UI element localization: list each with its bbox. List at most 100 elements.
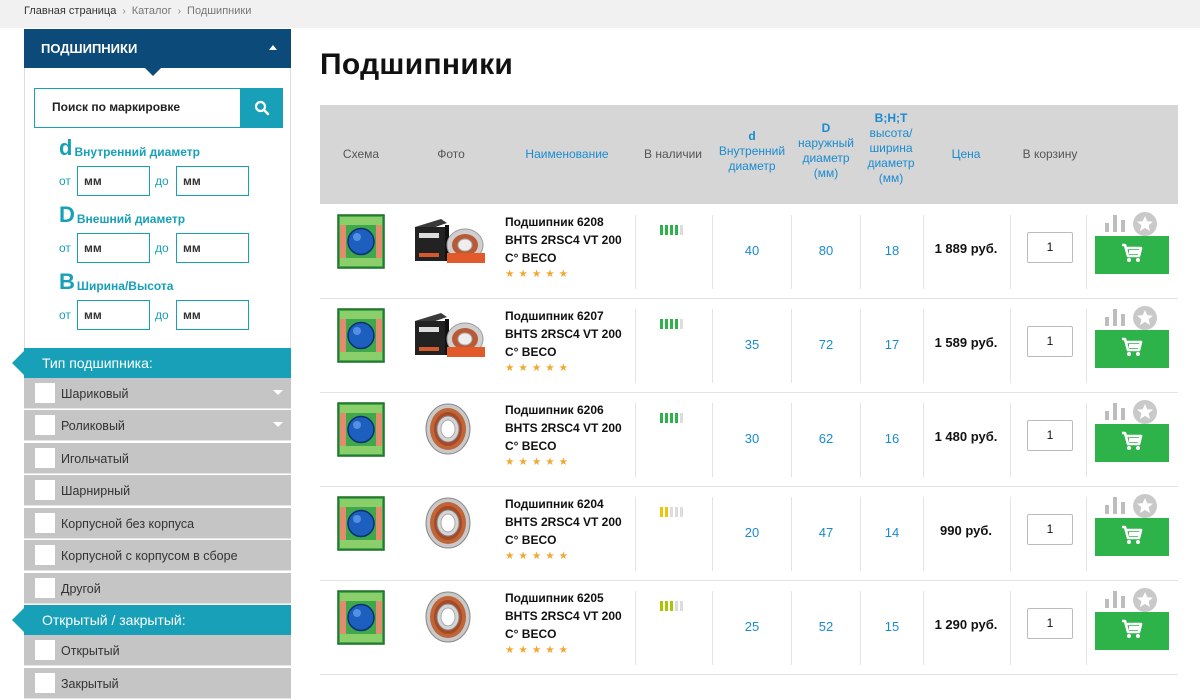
product-row: Подшипник 6206 BHTS 2RSC4 VT 200 C° BECO… xyxy=(320,393,1178,487)
breadcrumb-home[interactable]: Главная страница xyxy=(24,5,116,17)
open-option[interactable]: Открытый xyxy=(24,635,291,666)
rating-stars[interactable]: ★★★★★ xyxy=(505,456,572,468)
bearing-type-header[interactable]: Тип подшипника: xyxy=(12,348,291,378)
product-name[interactable]: Подшипник 6204 BHTS 2RSC4 VT 200 C° BECO xyxy=(505,495,630,549)
quantity-input[interactable]: 1 xyxy=(1027,232,1073,263)
col-width[interactable]: B;H;T высота/ ширина диаметр (мм) xyxy=(858,111,924,186)
type-option[interactable]: Другой xyxy=(24,573,291,604)
compare-icon[interactable] xyxy=(1104,307,1126,327)
product-photo[interactable] xyxy=(411,309,485,361)
stock-bar xyxy=(660,413,663,423)
quantity-input[interactable]: 1 xyxy=(1027,326,1073,357)
marking-search-input[interactable]: Поиск по маркировке xyxy=(34,88,241,128)
add-to-cart-button[interactable] xyxy=(1095,518,1169,556)
col-text: (мм) xyxy=(813,166,839,180)
add-to-cart-button[interactable] xyxy=(1095,424,1169,462)
rating-stars[interactable]: ★★★★★ xyxy=(505,362,572,374)
breadcrumb: Главная страница › Каталог › Подшипники xyxy=(24,5,251,17)
quantity-input[interactable]: 1 xyxy=(1027,514,1073,545)
inner-diameter-value: 35 xyxy=(744,337,760,352)
favorite-star-icon[interactable] xyxy=(1133,588,1157,612)
col-name[interactable]: Наименование xyxy=(512,147,622,162)
quantity-input[interactable]: 1 xyxy=(1027,420,1073,451)
checkbox[interactable] xyxy=(35,448,55,468)
outer-diameter-to-input[interactable]: мм xyxy=(176,233,249,263)
col-price[interactable]: Цена xyxy=(936,147,996,162)
chevron-down-icon[interactable] xyxy=(273,390,283,395)
col-outer-diameter[interactable]: D наружный диаметр (мм) xyxy=(792,121,860,181)
inner-diameter-value: 30 xyxy=(744,431,760,446)
column-divider xyxy=(791,497,792,571)
product-name[interactable]: Подшипник 6206 BHTS 2RSC4 VT 200 C° BECO xyxy=(505,401,630,455)
product-photo[interactable] xyxy=(411,403,485,455)
type-option[interactable]: Роликовый xyxy=(24,410,291,441)
outer-diameter-value: 52 xyxy=(818,619,834,634)
favorite-star-icon[interactable] xyxy=(1133,306,1157,330)
search-button[interactable] xyxy=(240,88,283,128)
checkbox[interactable] xyxy=(35,513,55,533)
option-label: Игольчатый xyxy=(61,452,129,466)
type-option[interactable]: Корпусной без корпуса xyxy=(24,508,291,539)
favorite-star-icon[interactable] xyxy=(1133,494,1157,518)
sidebar-header[interactable]: ПОДШИПНИКИ xyxy=(24,29,291,76)
option-label: Открытый xyxy=(61,644,120,658)
option-label: Шарнирный xyxy=(61,484,131,498)
compare-icon[interactable] xyxy=(1104,401,1126,421)
section-arrow xyxy=(12,608,24,632)
add-to-cart-button[interactable] xyxy=(1095,330,1169,368)
type-option[interactable]: Игольчатый xyxy=(24,443,291,474)
collapse-icon[interactable] xyxy=(269,45,277,50)
type-option[interactable]: Шариковый xyxy=(24,378,291,409)
closed-option[interactable]: Закрытый xyxy=(24,668,291,699)
column-divider xyxy=(712,403,713,477)
product-name-line: C° BECO xyxy=(505,439,557,453)
compare-icon[interactable] xyxy=(1104,589,1126,609)
inner-diameter-to-input[interactable]: мм xyxy=(176,166,249,196)
product-name[interactable]: Подшипник 6208 BHTS 2RSC4 VT 200 C° BECO xyxy=(505,213,630,267)
outer-diameter-from-input[interactable]: мм xyxy=(77,233,150,263)
checkbox[interactable] xyxy=(35,640,55,660)
checkbox[interactable] xyxy=(35,673,55,693)
breadcrumb-catalog[interactable]: Каталог xyxy=(132,5,172,17)
inner-diameter-from-input[interactable]: мм xyxy=(77,166,150,196)
product-name-line: Подшипник 6205 xyxy=(505,591,604,605)
checkbox[interactable] xyxy=(35,383,55,403)
col-inner-diameter[interactable]: d Внутренний диаметр xyxy=(712,129,792,174)
cart-icon xyxy=(1121,619,1143,644)
checkbox[interactable] xyxy=(35,415,55,435)
width-from-input[interactable]: мм xyxy=(77,300,150,330)
compare-icon[interactable] xyxy=(1104,213,1126,233)
column-divider xyxy=(860,403,861,477)
stock-bar xyxy=(680,413,683,423)
product-photo[interactable] xyxy=(411,215,485,267)
column-divider xyxy=(712,591,713,665)
product-name[interactable]: Подшипник 6205 BHTS 2RSC4 VT 200 C° BECO xyxy=(505,589,630,643)
column-divider xyxy=(791,403,792,477)
open-closed-header[interactable]: Открытый / закрытый: xyxy=(12,605,291,635)
type-option[interactable]: Корпусной с корпусом в сборе xyxy=(24,540,291,571)
add-to-cart-button[interactable] xyxy=(1095,236,1169,274)
stock-bar xyxy=(680,225,683,235)
rating-stars[interactable]: ★★★★★ xyxy=(505,268,572,280)
stock-bar xyxy=(660,601,663,611)
quantity-input[interactable]: 1 xyxy=(1027,608,1073,639)
rating-stars[interactable]: ★★★★★ xyxy=(505,550,572,562)
checkbox[interactable] xyxy=(35,578,55,598)
add-to-cart-button[interactable] xyxy=(1095,612,1169,650)
product-name[interactable]: Подшипник 6207 BHTS 2RSC4 VT 200 C° BECO xyxy=(505,307,630,361)
chevron-down-icon[interactable] xyxy=(273,422,283,427)
favorite-star-icon[interactable] xyxy=(1133,400,1157,424)
product-photo[interactable] xyxy=(411,497,485,549)
col-stock: В наличии xyxy=(643,147,702,161)
search-placeholder: Поиск по маркировке xyxy=(52,100,181,114)
product-photo[interactable] xyxy=(411,591,485,643)
checkbox[interactable] xyxy=(35,480,55,500)
compare-icon[interactable] xyxy=(1104,495,1126,515)
width-to-input[interactable]: мм xyxy=(176,300,249,330)
type-option[interactable]: Шарнирный xyxy=(24,475,291,506)
favorite-star-icon[interactable] xyxy=(1133,212,1157,236)
stock-bar xyxy=(660,507,663,517)
rating-stars[interactable]: ★★★★★ xyxy=(505,644,572,656)
col-cart: В корзину xyxy=(1022,147,1078,161)
checkbox[interactable] xyxy=(35,545,55,565)
